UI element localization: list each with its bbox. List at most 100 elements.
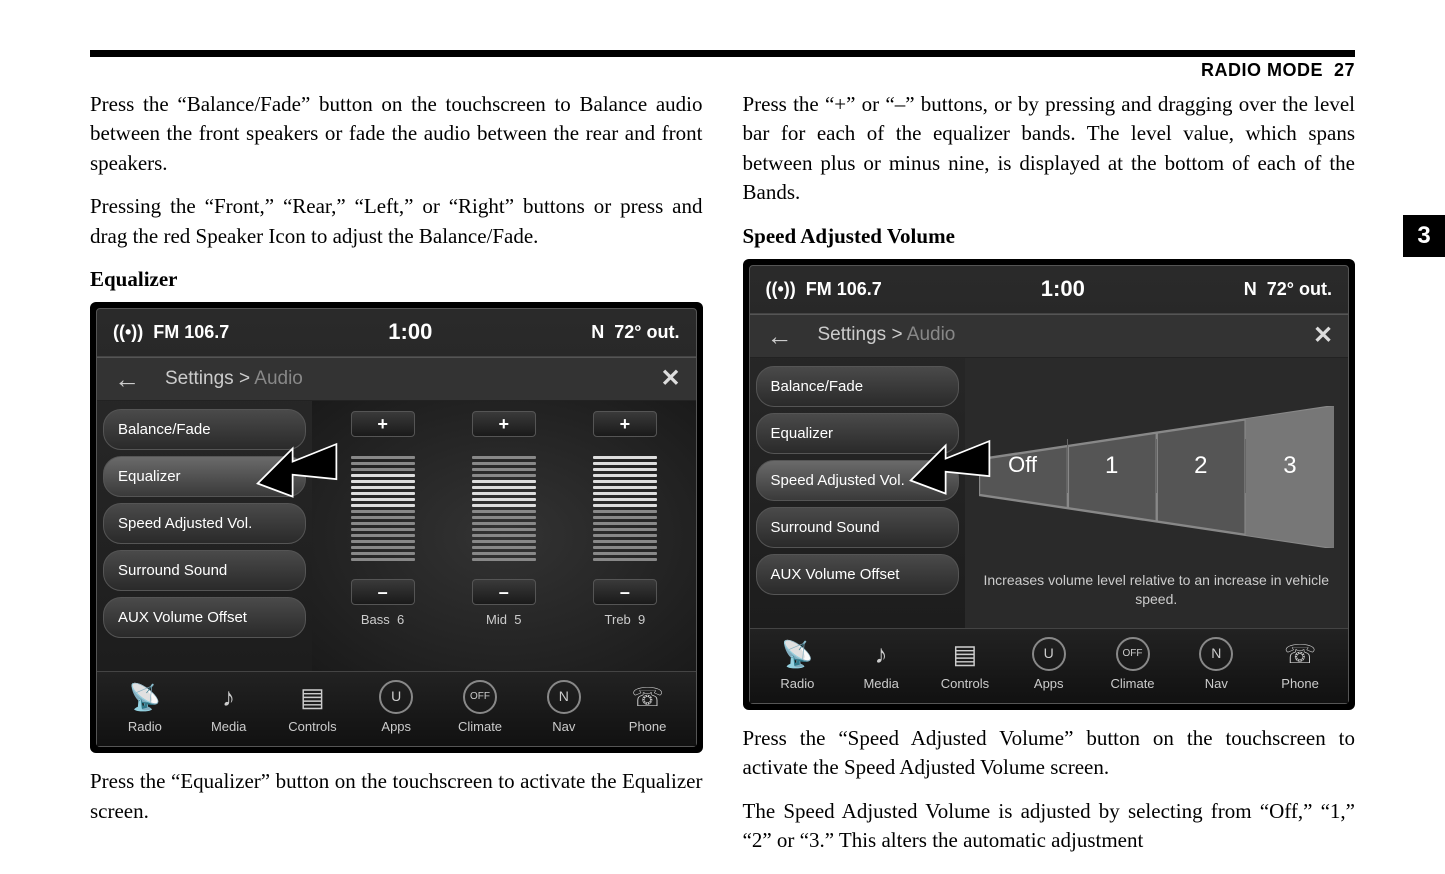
back-arrow-icon[interactable]: ←: [97, 361, 157, 397]
right-column: Press the “+” or “–” buttons, or by pres…: [743, 90, 1356, 870]
nav-radio[interactable]: 📡Radio: [764, 637, 830, 693]
signal-icon: ((•)): [766, 277, 796, 302]
body-text: Press the “Balance/Fade” button on the t…: [90, 90, 703, 178]
outside-temp: 72° out.: [1267, 277, 1332, 302]
apps-icon: U: [379, 680, 413, 714]
eq-plus-button[interactable]: +: [351, 411, 415, 437]
breadcrumb-current: Audio: [907, 324, 956, 345]
eq-level-bar[interactable]: [472, 443, 536, 573]
sidebar-item-aux-offset[interactable]: AUX Volume Offset: [103, 597, 306, 638]
signal-icon: ((•)): [113, 320, 143, 345]
eq-band-mid: + – Mid 5: [464, 411, 544, 665]
header-section: RADIO MODE: [1201, 60, 1323, 80]
pointer-arrow-icon: [905, 428, 995, 498]
breadcrumb-path: Settings > Audio: [157, 366, 646, 393]
sav-option-2[interactable]: 2: [1156, 439, 1245, 493]
sav-option-1[interactable]: 1: [1067, 439, 1156, 493]
sidebar-item-surround[interactable]: Surround Sound: [103, 550, 306, 591]
eq-band-bass: + – Bass 6: [343, 411, 423, 665]
compass-icon: N: [1199, 637, 1233, 671]
nav-phone[interactable]: ☏Phone: [615, 680, 681, 736]
nav-controls[interactable]: ▤Controls: [932, 637, 998, 693]
bottom-nav: 📡Radio ♪Media ▤Controls UApps OFFClimate…: [750, 628, 1349, 703]
music-note-icon: ♪: [864, 637, 898, 671]
outside-temp: 72° out.: [614, 320, 679, 345]
breadcrumb-root[interactable]: Settings: [165, 368, 234, 389]
antenna-icon: 📡: [128, 680, 162, 714]
sav-screenshot: ((•)) FM 106.7 1:00 N 72° out. ← Setting…: [743, 259, 1356, 710]
breadcrumb-path: Settings > Audio: [810, 322, 1299, 349]
chapter-tab: 3: [1403, 215, 1445, 257]
phone-icon: ☏: [1283, 637, 1317, 671]
sav-panel: Off 1 2 3 Increases volume level relativ…: [965, 358, 1349, 628]
clock: 1:00: [1041, 274, 1085, 305]
close-icon[interactable]: ✕: [1298, 319, 1348, 353]
phone-icon: ☏: [631, 680, 665, 714]
sav-caption: Increases volume level relative to an in…: [979, 571, 1335, 618]
body-text: Press the “+” or “–” buttons, or by pres…: [743, 90, 1356, 208]
eq-minus-button[interactable]: –: [593, 579, 657, 605]
compass: N: [1244, 277, 1257, 302]
breadcrumb-current: Audio: [254, 368, 303, 389]
breadcrumb: ← Settings > Audio ✕: [97, 357, 696, 401]
sidebar-item-balance-fade[interactable]: Balance/Fade: [756, 366, 959, 407]
nav-nav[interactable]: NNav: [531, 680, 597, 736]
sidebar-item-aux-offset[interactable]: AUX Volume Offset: [756, 554, 959, 595]
breadcrumb-root[interactable]: Settings: [818, 324, 887, 345]
body-text: Press the “Speed Adjusted Volume” button…: [743, 724, 1356, 783]
sidebar-item-speed-adj-vol[interactable]: Speed Adjusted Vol.: [103, 503, 306, 544]
controls-icon: ▤: [295, 680, 329, 714]
nav-media[interactable]: ♪Media: [196, 680, 262, 736]
heading-equalizer: Equalizer: [90, 265, 703, 294]
header-label: RADIO MODE 27: [1201, 60, 1355, 81]
close-icon[interactable]: ✕: [646, 362, 696, 396]
sav-selector: Off 1 2 3: [979, 406, 1335, 526]
controls-icon: ▤: [948, 637, 982, 671]
status-bar: ((•)) FM 106.7 1:00 N 72° out.: [97, 309, 696, 357]
nav-apps[interactable]: UApps: [1016, 637, 1082, 693]
eq-level-bar[interactable]: [593, 443, 657, 573]
eq-band-label: Bass 6: [361, 611, 404, 629]
clock: 1:00: [388, 317, 432, 348]
nav-phone[interactable]: ☏Phone: [1267, 637, 1333, 693]
breadcrumb: ← Settings > Audio ✕: [750, 314, 1349, 358]
eq-minus-button[interactable]: –: [351, 579, 415, 605]
nav-controls[interactable]: ▤Controls: [279, 680, 345, 736]
compass-icon: N: [547, 680, 581, 714]
eq-band-label: Mid 5: [486, 611, 521, 629]
apps-icon: U: [1032, 637, 1066, 671]
antenna-icon: 📡: [780, 637, 814, 671]
eq-plus-button[interactable]: +: [593, 411, 657, 437]
nav-radio[interactable]: 📡Radio: [112, 680, 178, 736]
status-bar: ((•)) FM 106.7 1:00 N 72° out.: [750, 266, 1349, 314]
music-note-icon: ♪: [212, 680, 246, 714]
sidebar-item-surround[interactable]: Surround Sound: [756, 507, 959, 548]
body-text: Pressing the “Front,” “Rear,” “Left,” or…: [90, 192, 703, 251]
equalizer-screenshot: ((•)) FM 106.7 1:00 N 72° out. ← Setting…: [90, 302, 703, 753]
station-label: FM 106.7: [153, 320, 229, 345]
equalizer-panel: + – Bass 6 +: [312, 401, 696, 671]
nav-apps[interactable]: UApps: [363, 680, 429, 736]
header-rule: [90, 50, 1355, 57]
eq-level-bar[interactable]: [351, 443, 415, 573]
nav-media[interactable]: ♪Media: [848, 637, 914, 693]
left-column: Press the “Balance/Fade” button on the t…: [90, 90, 703, 870]
eq-band-treb: + – Treb 9: [585, 411, 665, 665]
climate-icon: OFF: [463, 680, 497, 714]
sav-option-3[interactable]: 3: [1245, 439, 1334, 493]
eq-band-label: Treb 9: [605, 611, 646, 629]
station-label: FM 106.7: [806, 277, 882, 302]
body-text: Press the “Equalizer” button on the touc…: [90, 767, 703, 826]
back-arrow-icon[interactable]: ←: [750, 318, 810, 354]
compass: N: [591, 320, 604, 345]
pointer-arrow-icon: [252, 431, 342, 501]
body-text: The Speed Adjusted Volume is adjusted by…: [743, 797, 1356, 856]
header-page: 27: [1334, 60, 1355, 80]
eq-minus-button[interactable]: –: [472, 579, 536, 605]
nav-climate[interactable]: OFFClimate: [447, 680, 513, 736]
eq-plus-button[interactable]: +: [472, 411, 536, 437]
nav-climate[interactable]: OFFClimate: [1100, 637, 1166, 693]
heading-sav: Speed Adjusted Volume: [743, 222, 1356, 251]
bottom-nav: 📡Radio ♪Media ▤Controls UApps OFFClimate…: [97, 671, 696, 746]
nav-nav[interactable]: NNav: [1183, 637, 1249, 693]
